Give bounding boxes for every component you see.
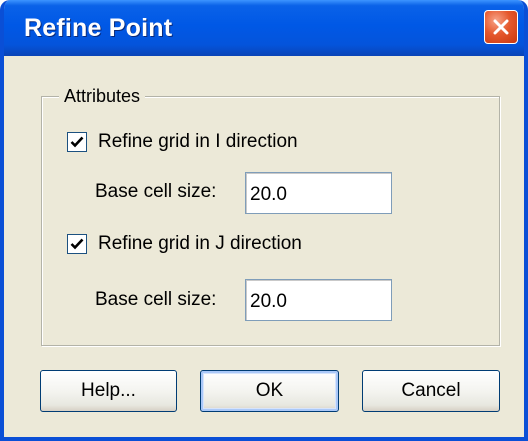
- attributes-legend: Attributes: [59, 86, 146, 107]
- checkmark-icon: [70, 136, 84, 148]
- base-cell-i-label: Base cell size:: [95, 181, 217, 202]
- refine-point-dialog: Refine Point Attributes Refine grid in I…: [0, 0, 528, 441]
- help-button[interactable]: Help...: [40, 370, 177, 412]
- dialog-title: Refine Point: [24, 14, 173, 42]
- refine-i-label: Refine grid in I direction: [98, 131, 298, 152]
- base-cell-j-label: Base cell size:: [95, 289, 217, 310]
- refine-j-checkbox-row[interactable]: Refine grid in J direction: [67, 233, 302, 255]
- close-icon: [492, 18, 510, 36]
- refine-i-checkbox[interactable]: [67, 132, 87, 152]
- base-cell-i-input[interactable]: [245, 172, 392, 214]
- ok-button[interactable]: OK: [200, 370, 339, 412]
- checkmark-icon: [70, 238, 84, 250]
- cancel-button[interactable]: Cancel: [362, 370, 500, 412]
- title-bar[interactable]: Refine Point: [4, 0, 524, 56]
- close-button[interactable]: [484, 10, 518, 44]
- refine-j-checkbox[interactable]: [67, 234, 87, 254]
- refine-j-label: Refine grid in J direction: [98, 233, 302, 254]
- base-cell-j-input[interactable]: [245, 279, 392, 321]
- refine-i-checkbox-row[interactable]: Refine grid in I direction: [67, 131, 298, 153]
